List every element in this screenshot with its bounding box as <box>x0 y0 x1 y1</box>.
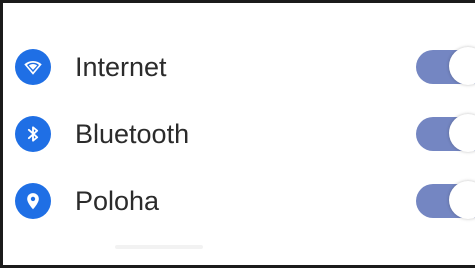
divider <box>115 245 203 249</box>
bluetooth-icon <box>15 116 51 152</box>
setting-label-internet: Internet <box>75 52 167 82</box>
setting-row-internet[interactable]: Internet <box>3 37 475 97</box>
setting-row-bluetooth[interactable]: Bluetooth <box>3 104 475 164</box>
setting-row-poloha[interactable]: Poloha <box>3 171 475 231</box>
wifi-icon <box>15 49 51 85</box>
location-pin-icon <box>15 183 51 219</box>
setting-label-poloha: Poloha <box>75 186 160 216</box>
setting-label-bluetooth: Bluetooth <box>75 119 190 149</box>
settings-panel: Internet Bluetooth Poloha <box>0 0 475 268</box>
